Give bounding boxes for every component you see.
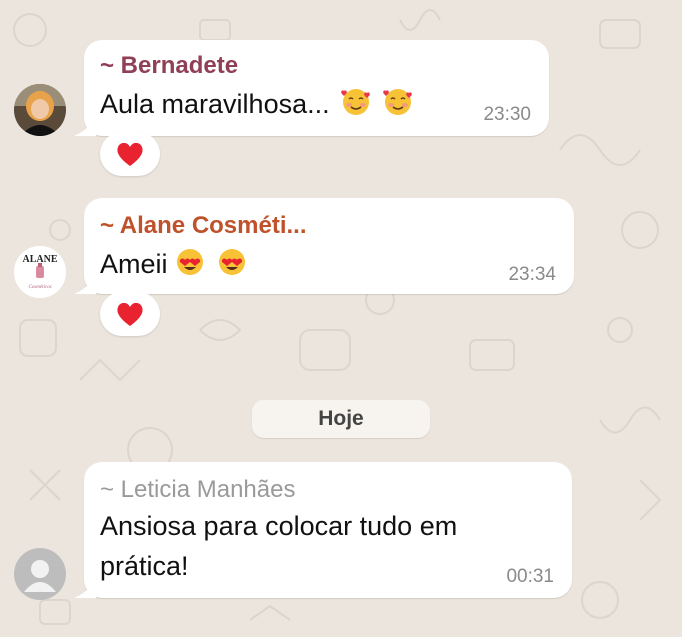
sender-name[interactable]: ~ Bernadete — [100, 52, 238, 80]
red-heart-icon — [117, 142, 143, 166]
smiling-face-with-hearts-icon — [382, 89, 412, 115]
smiling-face-with-hearts-icon — [341, 89, 370, 115]
avatar[interactable] — [14, 84, 66, 136]
sender-name[interactable]: ~ Leticia Manhães — [100, 476, 295, 504]
heart-eyes-icon — [218, 249, 245, 275]
avatar-brand-subtext: Cosméticos — [28, 285, 51, 290]
reaction-badge[interactable] — [100, 132, 160, 176]
message-bubble[interactable]: ~ Leticia Manhães Ansiosa para colocar t… — [74, 462, 572, 598]
sender-name[interactable]: ~ Alane Cosméti... — [100, 212, 307, 240]
message-text-content: Aula maravilhosa... — [100, 89, 330, 119]
message-time: 23:34 — [508, 264, 556, 285]
avatar-placeholder[interactable] — [14, 548, 66, 600]
message-time: 00:31 — [506, 566, 554, 587]
avatar[interactable]: ALANE Cosméticos — [14, 246, 66, 298]
message-text: Ameii — [100, 244, 247, 284]
message-bubble[interactable]: ~ Bernadete Aula maravilhosa... 23:30 — [74, 40, 549, 136]
message-text: Aula maravilhosa... — [100, 84, 413, 124]
reaction-badge[interactable] — [100, 292, 160, 336]
message-bubble[interactable]: ~ Alane Cosméti... Ameii 23:34 — [74, 198, 574, 294]
message-time: 23:30 — [483, 104, 531, 125]
message-text-line-1: Ansiosa para colocar tudo em — [100, 511, 458, 541]
day-separator: Hoje — [252, 400, 430, 438]
heart-eyes-icon — [177, 249, 204, 275]
message-text-line-2: prática! — [100, 551, 189, 581]
message-text-content: Ameii — [100, 249, 168, 279]
red-heart-icon — [117, 302, 143, 326]
